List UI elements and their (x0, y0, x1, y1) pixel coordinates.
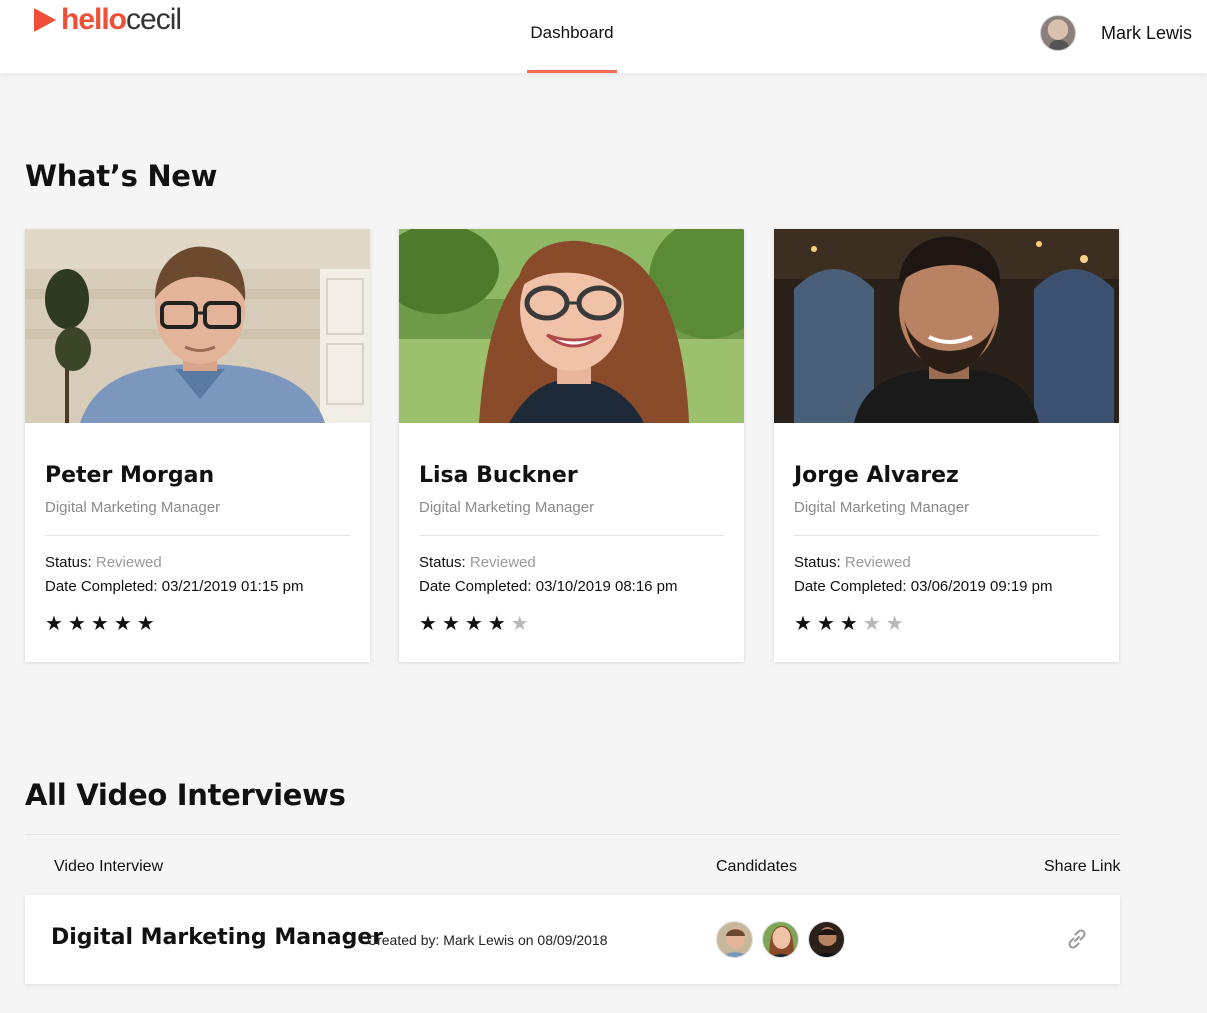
tab-dashboard[interactable]: Dashboard (527, 0, 617, 73)
card-divider (794, 535, 1099, 536)
interview-title[interactable]: Digital Marketing Manager (51, 925, 383, 950)
date-label: Date Completed: (45, 578, 158, 595)
user-avatar[interactable] (1039, 15, 1076, 51)
candidate-name[interactable]: Lisa Buckner (419, 463, 578, 488)
candidate-card-peter-morgan[interactable]: Peter Morgan Digital Marketing Manager S… (25, 229, 370, 662)
status-value: Reviewed (469, 554, 536, 571)
candidate-avatar-lisa-buckner[interactable] (762, 921, 799, 958)
user-name[interactable]: Mark Lewis (1101, 23, 1192, 44)
status-label: Status: (419, 554, 466, 571)
candidate-status: Status: Reviewed (45, 554, 162, 571)
status-label: Status: (45, 554, 92, 571)
status-value: Reviewed (95, 554, 162, 571)
card-divider (45, 535, 350, 536)
candidate-photo[interactable] (399, 229, 744, 423)
logo-cecil: cecil (126, 3, 182, 36)
user-menu[interactable]: Mark Lewis (1039, 15, 1192, 51)
candidate-status: Status: Reviewed (419, 554, 536, 571)
candidate-status: Status: Reviewed (794, 554, 911, 571)
column-header-share-link: Share Link (1044, 858, 1121, 875)
card-divider (419, 535, 724, 536)
date-completed: Date Completed: 03/10/2019 08:16 pm (419, 578, 678, 595)
star-empty-icon: ★ (885, 613, 909, 635)
star-filled-icon: ★ (464, 613, 488, 635)
date-completed: Date Completed: 03/21/2019 01:15 pm (45, 578, 304, 595)
star-filled-icon: ★ (839, 613, 863, 635)
candidate-role: Digital Marketing Manager (794, 499, 970, 516)
status-value: Reviewed (844, 554, 911, 571)
candidate-photo-image (25, 229, 370, 423)
share-link-icon[interactable] (1065, 927, 1089, 951)
table-row[interactable]: Digital Marketing Manager Created by: Ma… (25, 895, 1120, 984)
status-label: Status: (794, 554, 841, 571)
star-filled-icon: ★ (816, 613, 840, 635)
candidate-name[interactable]: Jorge Alvarez (794, 463, 959, 488)
date-value: 03/10/2019 08:16 pm (535, 578, 678, 595)
all-video-interviews-heading: All Video Interviews (25, 778, 346, 812)
candidate-photo-image (399, 229, 744, 423)
whats-new-heading: What’s New (25, 159, 218, 193)
candidate-role: Digital Marketing Manager (45, 499, 221, 516)
candidate-photo-image (774, 229, 1119, 423)
star-filled-icon: ★ (441, 613, 465, 635)
hellocecil-logo[interactable]: hellocecil (34, 3, 182, 36)
star-filled-icon: ★ (67, 613, 91, 635)
candidate-avatar-peter-morgan[interactable] (716, 921, 753, 958)
table-divider (25, 834, 1120, 835)
star-rating: ★★★★★ (419, 611, 534, 636)
top-nav-bar: hellocecil Dashboard Mark Lewis (0, 0, 1207, 73)
candidate-avatars (716, 921, 854, 958)
candidate-card-jorge-alvarez[interactable]: Jorge Alvarez Digital Marketing Manager … (774, 229, 1119, 662)
logo-text: hellocecil (61, 3, 182, 36)
column-header-video-interview: Video Interview (54, 858, 164, 875)
candidate-name[interactable]: Peter Morgan (45, 463, 214, 488)
star-rating: ★★★★★ (794, 611, 909, 636)
star-filled-icon: ★ (136, 613, 160, 635)
candidate-photo[interactable] (774, 229, 1119, 423)
logo-hello: hello (61, 3, 127, 36)
candidate-role: Digital Marketing Manager (419, 499, 595, 516)
play-icon (34, 8, 56, 32)
candidate-avatar-jorge-alvarez[interactable] (808, 921, 845, 958)
date-completed: Date Completed: 03/06/2019 09:19 pm (794, 578, 1053, 595)
candidate-photo[interactable] (25, 229, 370, 423)
star-filled-icon: ★ (487, 613, 511, 635)
star-filled-icon: ★ (90, 613, 114, 635)
date-value: 03/21/2019 01:15 pm (161, 578, 304, 595)
date-label: Date Completed: (794, 578, 907, 595)
star-empty-icon: ★ (862, 613, 886, 635)
star-filled-icon: ★ (794, 613, 817, 635)
star-rating: ★★★★★ (45, 611, 160, 636)
star-filled-icon: ★ (113, 613, 137, 635)
tab-dashboard-label: Dashboard (530, 23, 614, 42)
star-empty-icon: ★ (510, 613, 534, 635)
date-value: 03/06/2019 09:19 pm (910, 578, 1053, 595)
column-header-candidates: Candidates (716, 858, 797, 875)
candidate-card-lisa-buckner[interactable]: Lisa Buckner Digital Marketing Manager S… (399, 229, 744, 662)
active-tab-indicator (527, 70, 617, 73)
star-filled-icon: ★ (45, 613, 68, 635)
star-filled-icon: ★ (419, 613, 442, 635)
date-label: Date Completed: (419, 578, 532, 595)
interview-created-by: Created by: Mark Lewis on 08/09/2018 (367, 932, 608, 948)
